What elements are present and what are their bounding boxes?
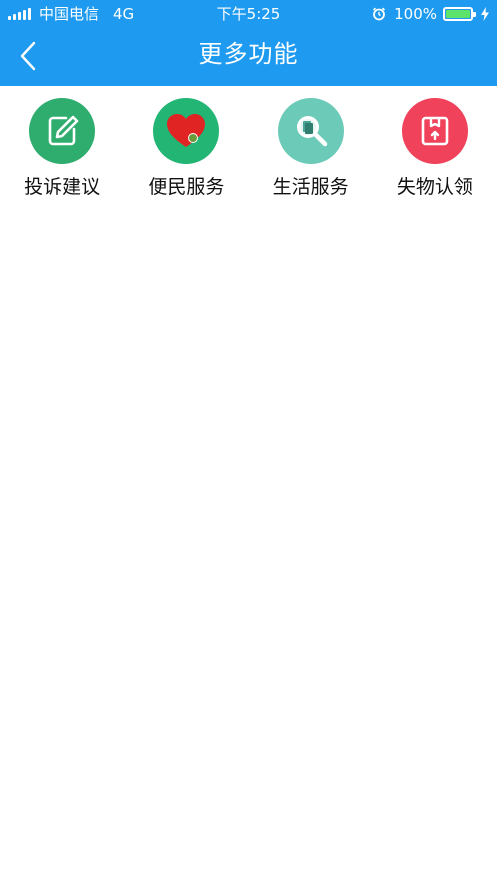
battery-percent: 100% [394, 5, 437, 23]
feature-label: 失物认领 [396, 176, 473, 198]
box-icon [401, 98, 468, 164]
nav-bar: 更多功能 [0, 28, 497, 86]
app-screen: 中国电信 4G 下午5:25 100% 更多功能 投诉建议 便民服务 生活服务 … [0, 0, 497, 883]
status-right: 100% [372, 0, 489, 28]
battery-icon [443, 7, 476, 21]
edit-icon [29, 98, 96, 164]
feature-life-service[interactable]: 生活服务 [249, 98, 373, 199]
feature-label: 投诉建议 [24, 176, 101, 198]
feature-grid: 投诉建议 便民服务 生活服务 失物认领 [0, 86, 497, 199]
charging-icon [481, 7, 489, 21]
feature-label: 生活服务 [272, 176, 349, 198]
feature-convenience-service[interactable]: 便民服务 [124, 98, 248, 199]
search-document-icon [277, 98, 344, 164]
page-title: 更多功能 [198, 40, 299, 68]
feature-complaint-suggestion[interactable]: 投诉建议 [0, 98, 124, 199]
feature-lost-and-found[interactable]: 失物认领 [373, 98, 497, 199]
battery-fill [446, 10, 470, 18]
status-bar: 中国电信 4G 下午5:25 100% [0, 0, 497, 28]
heart-icon [153, 98, 220, 164]
alarm-icon [373, 7, 386, 21]
header: 中国电信 4G 下午5:25 100% 更多功能 [0, 0, 497, 86]
feature-label: 便民服务 [148, 176, 225, 198]
